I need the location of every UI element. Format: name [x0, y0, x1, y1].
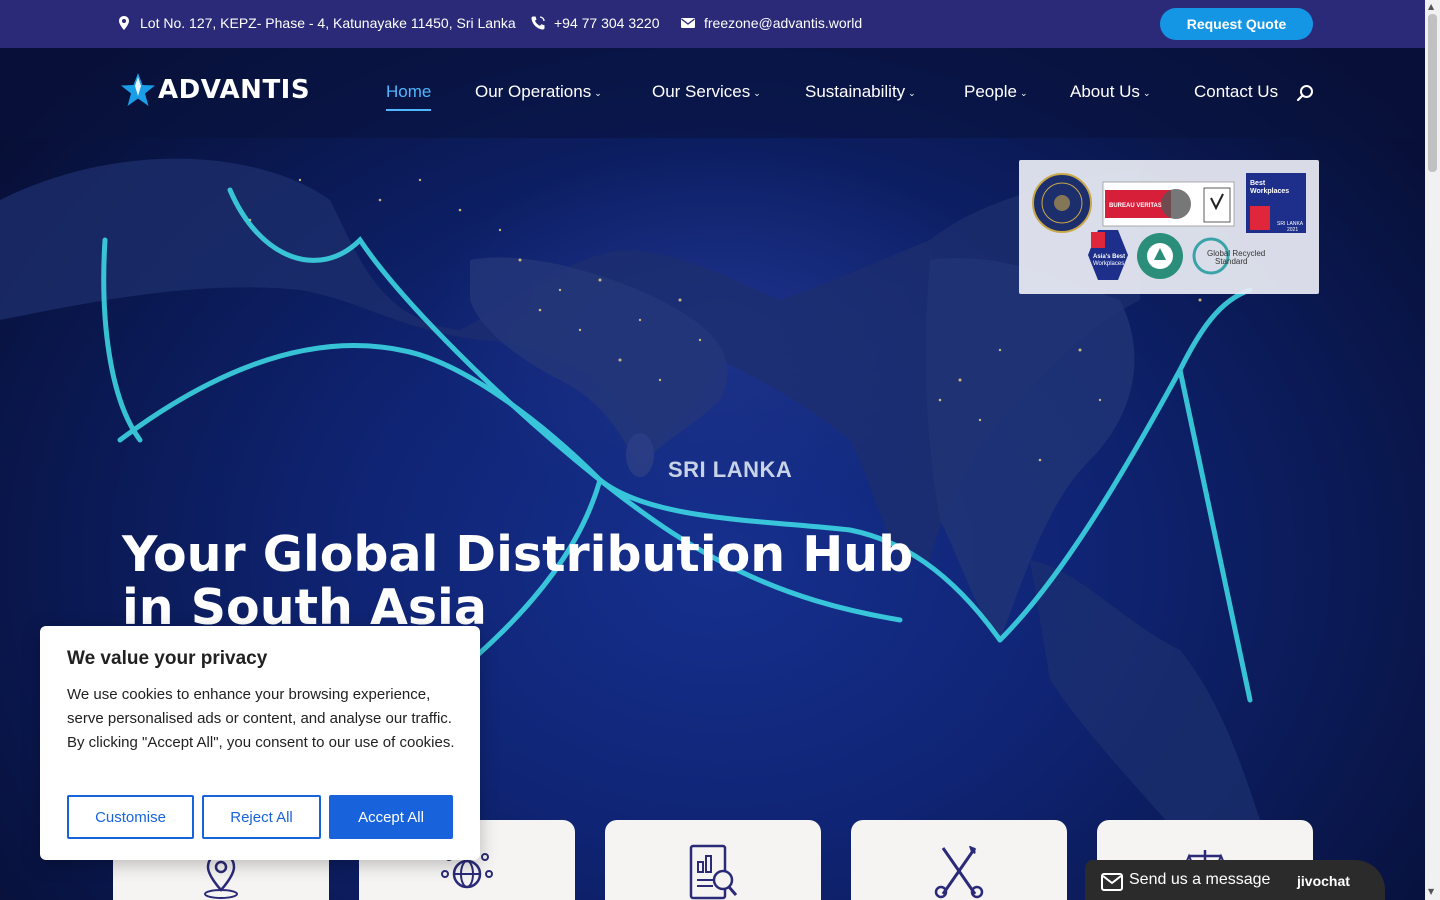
bureau-veritas-badge-icon: BUREAU VERITAS: [1102, 181, 1235, 227]
sri-lanka-map-label: SRI LANKA: [668, 457, 793, 482]
logo-text: ADVANTIS: [158, 75, 311, 105]
svg-text:Workplaces: Workplaces: [1250, 188, 1289, 195]
chat-brand: jivochat: [1297, 873, 1350, 889]
nav-item-our-services[interactable]: Our Services ⌄: [652, 82, 761, 102]
cookie-consent-banner: We value your privacy We use cookies to …: [40, 626, 480, 860]
address-text: Lot No. 127, KEPZ- Phase - 4, Katunayake…: [140, 15, 516, 31]
address-item: Lot No. 127, KEPZ- Phase - 4, Katunayake…: [116, 15, 516, 31]
mail-icon: [1101, 873, 1123, 891]
request-quote-button[interactable]: Request Quote: [1160, 8, 1313, 40]
nav-label: Contact Us: [1194, 82, 1279, 101]
wfzo-seal-icon: [1032, 173, 1092, 233]
phone-icon: [531, 16, 545, 30]
nav-item-our-operations[interactable]: Our Operations ⌄: [475, 82, 602, 102]
service-card-analysis[interactable]: [605, 820, 821, 900]
cookie-title: We value your privacy: [67, 648, 268, 669]
email-item[interactable]: freezone@advantis.world: [680, 15, 862, 31]
email-text[interactable]: freezone@advantis.world: [704, 15, 862, 31]
grs-badge-icon: Global Recycled Standard: [1192, 237, 1265, 275]
chevron-down-icon: ⌄: [594, 87, 602, 98]
asia-best-workplaces-badge-icon: Asia's Best Workplaces: [1088, 230, 1128, 280]
customise-button[interactable]: Customise: [67, 795, 194, 839]
nav-item-home[interactable]: Home: [386, 82, 432, 111]
star-logo-icon: [121, 73, 155, 106]
chevron-down-icon: ⌄: [908, 87, 916, 98]
hero-headline-line1: Your Global Distribution Hub: [122, 526, 914, 583]
nav-label: Home: [386, 82, 432, 101]
scroll-thumb[interactable]: [1428, 14, 1437, 172]
nav-label: Our Services: [652, 82, 751, 101]
svg-text:Asia's Best: Asia's Best: [1093, 254, 1125, 260]
accept-all-button[interactable]: Accept All: [329, 795, 453, 839]
scroll-down-icon[interactable]: ▼: [1428, 887, 1434, 896]
best-workplaces-badge-icon: Best Workplaces SRI LANKA 2021: [1246, 173, 1306, 233]
hero-headline: Your Global Distribution Hub in South As…: [122, 528, 942, 634]
reject-all-button[interactable]: Reject All: [202, 795, 321, 839]
cookie-description: We use cookies to enhance your browsing …: [67, 686, 455, 751]
nav-item-contact-us[interactable]: Contact Us: [1194, 82, 1278, 102]
chevron-down-icon: ⌄: [1019, 87, 1028, 98]
service-card-tools[interactable]: [851, 820, 1067, 900]
scroll-up-icon[interactable]: ▲: [1428, 2, 1434, 11]
nav-label: Sustainability: [805, 82, 906, 101]
certification-badges: BUREAU VERITAS Best Workplaces SRI LANKA…: [1032, 173, 1306, 280]
chat-label: Send us a message: [1129, 871, 1271, 888]
advantis-logo[interactable]: ADVANTIS: [120, 72, 310, 108]
page-scrollbar[interactable]: ▲ ▼: [1425, 0, 1440, 900]
svg-text:Best: Best: [1250, 180, 1266, 187]
certification-badges-panel: BUREAU VERITAS Best Workplaces SRI LANKA…: [1019, 160, 1319, 294]
nav-label: About Us: [1070, 82, 1140, 101]
nav-item-about-us[interactable]: About Us ⌄: [1070, 82, 1150, 102]
svg-text:Standard: Standard: [1215, 257, 1247, 266]
main-navbar: ADVANTIS Home Our Operations ⌄ Our Servic…: [0, 48, 1425, 138]
location-pin-icon: [119, 16, 129, 30]
nav-label: People: [964, 82, 1017, 101]
nav-item-people[interactable]: People ⌄: [964, 82, 1027, 102]
phone-item[interactable]: +94 77 304 3220: [530, 15, 660, 31]
chevron-down-icon: ⌄: [1142, 87, 1151, 98]
tools-icon: [934, 846, 984, 899]
top-contact-bar: Lot No. 127, KEPZ- Phase - 4, Katunayake…: [0, 0, 1425, 48]
search-icon[interactable]: [1296, 84, 1314, 102]
recycled-100-badge-icon: [1137, 233, 1183, 279]
chevron-down-icon: ⌄: [753, 87, 761, 98]
svg-text:Workplaces: Workplaces: [1093, 261, 1124, 267]
svg-text:BUREAU VERITAS: BUREAU VERITAS: [1109, 203, 1162, 209]
svg-text:2021: 2021: [1287, 227, 1298, 233]
nav-label: Our Operations: [475, 82, 592, 101]
chat-widget[interactable]: Send us a message jivochat: [1085, 860, 1385, 900]
report-analysis-icon: [689, 844, 738, 900]
nav-item-sustainability[interactable]: Sustainability ⌄: [805, 82, 916, 102]
phone-text[interactable]: +94 77 304 3220: [554, 15, 660, 31]
envelope-icon: [681, 18, 695, 28]
